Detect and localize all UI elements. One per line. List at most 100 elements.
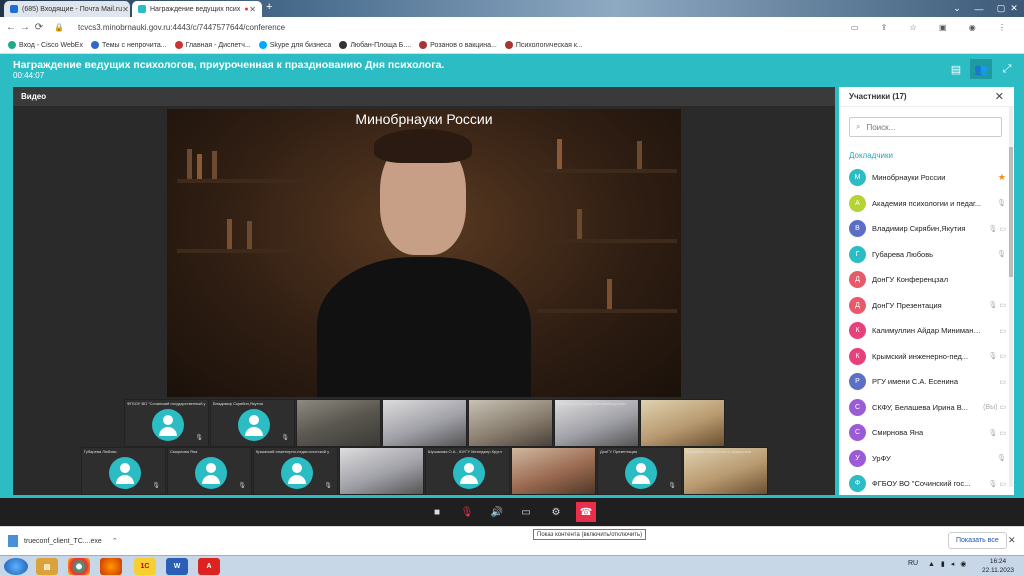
tab-mail[interactable]: (685) Входящие - Почта Mail.ru ✕ [4, 1, 130, 17]
camera-icon[interactable]: ■ [427, 502, 447, 522]
bookmark-topics[interactable]: Темы с непрочита... [90, 41, 167, 49]
participant-tile[interactable]: Губарева Любовь 🎙 [81, 447, 166, 495]
close-window-button[interactable]: ✕ [1004, 0, 1024, 17]
mic-off-icon: 🎙 [238, 483, 246, 489]
avatar: Д [849, 271, 866, 289]
close-download-bar-icon[interactable]: ✕ [1008, 535, 1016, 546]
hang-up-button[interactable]: ☎ [576, 502, 596, 522]
mic-off-icon: 🎙 [668, 483, 676, 489]
participant-tile[interactable] [511, 447, 596, 495]
participant-row[interactable]: У УрФУ 🎙 [839, 446, 1014, 472]
participant-tile[interactable] [339, 447, 424, 495]
participant-tile[interactable]: ДонГУ Презентация 🎙 [597, 447, 682, 495]
explorer-icon[interactable]: ▤ [36, 558, 58, 575]
bookmark-rozanov[interactable]: Розанов о вакцина... [419, 41, 497, 49]
back-icon[interactable]: ← [4, 22, 18, 33]
tray-icons[interactable]: ▲▮◂◉ [928, 560, 972, 568]
participant-row[interactable]: К Крымский инженерно-пед... 🎙 ▭ [839, 344, 1014, 370]
star-icon: ★ [997, 172, 1006, 183]
participant-row[interactable]: Д ДонГУ Конференцзал [839, 267, 1014, 293]
tab-conference[interactable]: Награждение ведущих псих ● ✕ [132, 1, 262, 17]
avatar: Д [849, 296, 866, 314]
participant-row[interactable]: С Смирнова Яна 🎙 ▭ [839, 420, 1014, 446]
close-panel-icon[interactable]: ✕ [995, 90, 1004, 103]
participant-row[interactable]: Р РГУ имени С.А. Есенина ▭ [839, 369, 1014, 395]
settings-gear-icon[interactable]: ⚙ [546, 502, 566, 522]
avatar-icon [625, 457, 657, 489]
participant-tile[interactable] [468, 399, 553, 447]
bookmark-skype[interactable]: Skype для бизнеса [258, 41, 331, 49]
word-icon[interactable]: W [166, 558, 188, 575]
firefox-icon[interactable] [100, 558, 122, 575]
start-button[interactable] [4, 558, 28, 575]
show-all-downloads-button[interactable]: Показать все [948, 532, 1007, 549]
new-tab-button[interactable]: + [266, 1, 272, 13]
participant-row[interactable]: К Калимуллин Айдар Миниманс... ▭ [839, 318, 1014, 344]
participant-name: РГУ имени С.А. Есенина [872, 377, 958, 387]
participant-tile[interactable]: Академия психологии и педагогики [683, 447, 768, 495]
close-tab-icon[interactable]: ✕ [249, 5, 256, 14]
status-icon: 🎙 [997, 200, 1006, 208]
participant-name: Губарева Любовь [872, 249, 934, 259]
share-content-icon[interactable]: ▭ [516, 502, 536, 522]
system-clock[interactable]: 16:24 22.11.2023 [982, 557, 1014, 575]
search-icon: ⌕ [856, 122, 861, 131]
bookmark-webex[interactable]: Вход - Cisco WebEx [8, 41, 83, 49]
participant-tile[interactable] [382, 399, 467, 447]
avatar: У [849, 449, 866, 467]
1c-icon[interactable]: 1С [134, 558, 156, 575]
browser-tab-bar: (685) Входящие - Почта Mail.ru ✕ Награжд… [0, 0, 1024, 17]
avatar: А [849, 194, 866, 212]
participants-scrollbar[interactable] [1009, 107, 1013, 487]
lock-icon[interactable]: 🔒 [52, 23, 66, 32]
participant-tile[interactable]: Шушакова О.А., ЮУГУ Менеджер Кругл [425, 447, 510, 495]
forward-icon[interactable]: → [18, 22, 32, 33]
participant-name: Смирнова Яна [872, 428, 924, 438]
bookmark-main[interactable]: Главная - Диспетч... [174, 41, 251, 49]
participant-tile[interactable] [640, 399, 725, 447]
speaker-icon[interactable]: 🔊 [487, 502, 507, 522]
avatar-icon [152, 409, 184, 441]
participant-tile[interactable]: Смирнова Яна 🎙 [167, 447, 252, 495]
search-input[interactable] [866, 122, 977, 132]
status-icon: ▭ [999, 327, 1006, 335]
participant-tile[interactable]: ФГБОУ ВО "Сочинский государственный у 🎙 [124, 399, 209, 447]
status-icon: 🎙 ▭ [988, 225, 1006, 233]
pdf-icon[interactable]: A [198, 558, 220, 575]
participant-row[interactable]: В Владимир Скрябин,Якутия 🎙 ▭ [839, 216, 1014, 242]
chat-icon[interactable]: ▤ [945, 59, 967, 79]
participant-row[interactable]: М Минобрнауки России ★ [839, 165, 1014, 191]
bookmark-psych[interactable]: Психологическая к... [504, 41, 583, 49]
participant-tile[interactable]: Владимир Скрябин,Якутия 🎙 [210, 399, 295, 447]
reload-icon[interactable]: ⟳ [32, 22, 46, 33]
download-item[interactable]: trueconf_client_TC....exe ⌃ [8, 535, 118, 547]
bookmark-luban[interactable]: Любан-Площа Б.... [339, 41, 411, 49]
participant-row[interactable]: Д ДонГУ Презентация 🎙 ▭ [839, 293, 1014, 319]
participant-name: Академия психологии и педаг... [872, 198, 982, 208]
close-tab-icon[interactable]: ✕ [122, 5, 129, 14]
avatar: Г [849, 245, 866, 263]
mic-off-icon[interactable]: 🎙 [457, 502, 477, 522]
participants-icon[interactable]: 👥 [970, 59, 992, 79]
participant-search[interactable]: ⌕ [849, 117, 1002, 137]
participant-tile[interactable] [296, 399, 381, 447]
participant-tile[interactable]: Калимуллин Айдар Минимансурович [554, 399, 639, 447]
participant-row[interactable]: А Академия психологии и педаг... 🎙 [839, 191, 1014, 217]
fullscreen-icon[interactable]: ⤢ [996, 59, 1018, 79]
participant-row[interactable]: Г Губарева Любовь 🎙 [839, 242, 1014, 268]
speaker-name: Минобрнауки России [355, 111, 493, 127]
language-indicator[interactable]: RU [908, 560, 918, 567]
participant-tile[interactable]: Крымский инженерно-педагогический у 🎙 [253, 447, 338, 495]
avatar: Ф [849, 475, 866, 493]
url-field[interactable]: tcvcs3.minobrnauki.gov.ru:4443/c/7447577… [78, 23, 285, 32]
avatar-icon [281, 457, 313, 489]
chrome-icon[interactable] [68, 558, 90, 575]
participant-row[interactable]: Ф ФГБОУ ВО "Сочинский гос... 🎙 ▭ [839, 471, 1014, 495]
download-bar: trueconf_client_TC....exe ⌃ Показать все … [0, 526, 1024, 555]
browser-actions[interactable]: ▭ ⇪ ☆ ▣ ◉ ⋮ [851, 23, 1016, 32]
participants-header: Участники (17) ✕ [839, 87, 1014, 107]
participant-name: УрФУ [872, 453, 891, 463]
speaker-video[interactable]: Минобрнауки России ■ [167, 109, 681, 397]
participant-name: Владимир Скрябин,Якутия [872, 224, 966, 234]
participant-row[interactable]: С СКФУ, Белашева Ирина В... (Вы) ▭ [839, 395, 1014, 421]
